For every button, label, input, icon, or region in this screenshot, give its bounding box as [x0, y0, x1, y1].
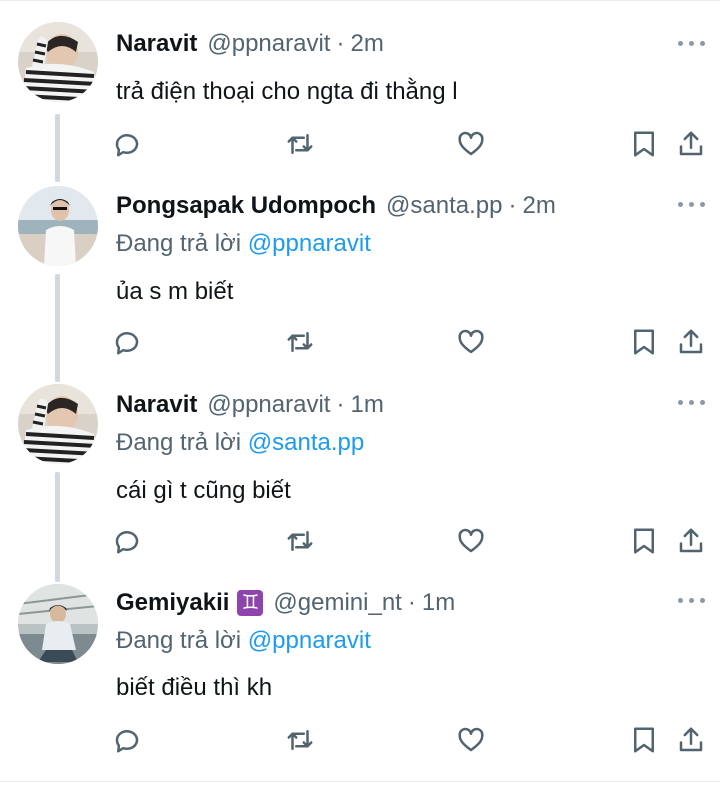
bookmark-icon[interactable]: [627, 124, 661, 164]
tweet-header: Naravit @ppnaravit · 1m: [116, 388, 384, 422]
display-name[interactable]: Naravit: [116, 30, 197, 58]
bookmark-icon[interactable]: [627, 720, 661, 760]
tweet-header: Gemiyakii ♊ @gemini_nt · 1m: [116, 586, 455, 620]
reply-icon[interactable]: [110, 322, 144, 362]
tweet[interactable]: Pongsapak Udompoch @santa.pp · 2m Đang t…: [0, 182, 720, 382]
replying-to: Đang trả lời @ppnaravit: [116, 627, 371, 655]
tweet[interactable]: Gemiyakii ♊ @gemini_nt · 1m Đang trả lời…: [0, 582, 720, 782]
timestamp[interactable]: 1m: [350, 391, 383, 419]
tweet-text: biết điều thì kh: [116, 674, 273, 701]
bottom-divider: [0, 781, 720, 782]
tweet-text: trả điện thoại cho ngta đi thằng l: [116, 78, 458, 105]
tweet-header: Naravit @ppnaravit · 2m: [116, 27, 384, 61]
tweet-text: ủa s m biết: [116, 278, 234, 305]
heart-icon[interactable]: [454, 322, 488, 362]
bookmark-icon[interactable]: [627, 521, 661, 561]
share-icon[interactable]: [674, 521, 708, 561]
retweet-icon[interactable]: [283, 720, 317, 760]
replying-to: Đang trả lời @ppnaravit: [116, 230, 371, 258]
more-icon[interactable]: [676, 37, 708, 51]
avatar[interactable]: [18, 22, 98, 102]
separator-dot: ·: [336, 391, 345, 418]
replying-to-label: Đang trả lời: [116, 230, 248, 257]
avatar[interactable]: [18, 186, 98, 266]
timestamp[interactable]: 2m: [522, 192, 555, 220]
tweet-header: Pongsapak Udompoch @santa.pp · 2m: [116, 189, 556, 223]
tweet-actions: [0, 720, 720, 760]
avatar[interactable]: [18, 384, 98, 464]
share-icon[interactable]: [674, 720, 708, 760]
more-icon[interactable]: [676, 594, 708, 608]
reply-icon[interactable]: [110, 124, 144, 164]
tweet-actions: [0, 521, 720, 561]
user-handle[interactable]: @ppnaravit: [207, 30, 330, 58]
avatar[interactable]: [18, 584, 98, 664]
display-name[interactable]: Pongsapak Udompoch: [116, 192, 376, 220]
separator-dot: ·: [508, 192, 517, 219]
retweet-icon[interactable]: [283, 322, 317, 362]
share-icon[interactable]: [674, 124, 708, 164]
tweet-actions: [0, 124, 720, 164]
reply-icon[interactable]: [110, 720, 144, 760]
mention-link[interactable]: @ppnaravit: [248, 230, 371, 257]
timestamp[interactable]: 2m: [350, 30, 383, 58]
display-name[interactable]: Naravit: [116, 391, 197, 419]
separator-dot: ·: [336, 30, 345, 57]
mention-link[interactable]: @ppnaravit: [248, 627, 371, 654]
gemini-icon: ♊: [237, 590, 264, 616]
heart-icon[interactable]: [454, 124, 488, 164]
tweet-text: cái gì t cũng biết: [116, 477, 291, 504]
more-icon[interactable]: [676, 396, 708, 410]
tweet[interactable]: Naravit @ppnaravit · 1m Đang trả lời @sa…: [0, 382, 720, 582]
user-handle[interactable]: @ppnaravit: [207, 391, 330, 419]
timestamp[interactable]: 1m: [422, 589, 455, 617]
retweet-icon[interactable]: [283, 124, 317, 164]
user-handle[interactable]: @gemini_nt: [273, 589, 401, 617]
more-icon[interactable]: [676, 198, 708, 212]
heart-icon[interactable]: [454, 521, 488, 561]
replying-to-label: Đang trả lời: [116, 429, 248, 456]
bookmark-icon[interactable]: [627, 322, 661, 362]
heart-icon[interactable]: [454, 720, 488, 760]
mention-link[interactable]: @santa.pp: [248, 429, 364, 456]
display-name[interactable]: Gemiyakii: [116, 589, 229, 617]
user-handle[interactable]: @santa.pp: [386, 192, 502, 220]
share-icon[interactable]: [674, 322, 708, 362]
tweet-actions: [0, 322, 720, 362]
retweet-icon[interactable]: [283, 521, 317, 561]
tweet[interactable]: Naravit @ppnaravit · 2m trả điện thoại c…: [0, 0, 720, 182]
replying-to: Đang trả lời @santa.pp: [116, 429, 364, 457]
separator-dot: ·: [407, 589, 416, 616]
replying-to-label: Đang trả lời: [116, 627, 248, 654]
reply-icon[interactable]: [110, 521, 144, 561]
